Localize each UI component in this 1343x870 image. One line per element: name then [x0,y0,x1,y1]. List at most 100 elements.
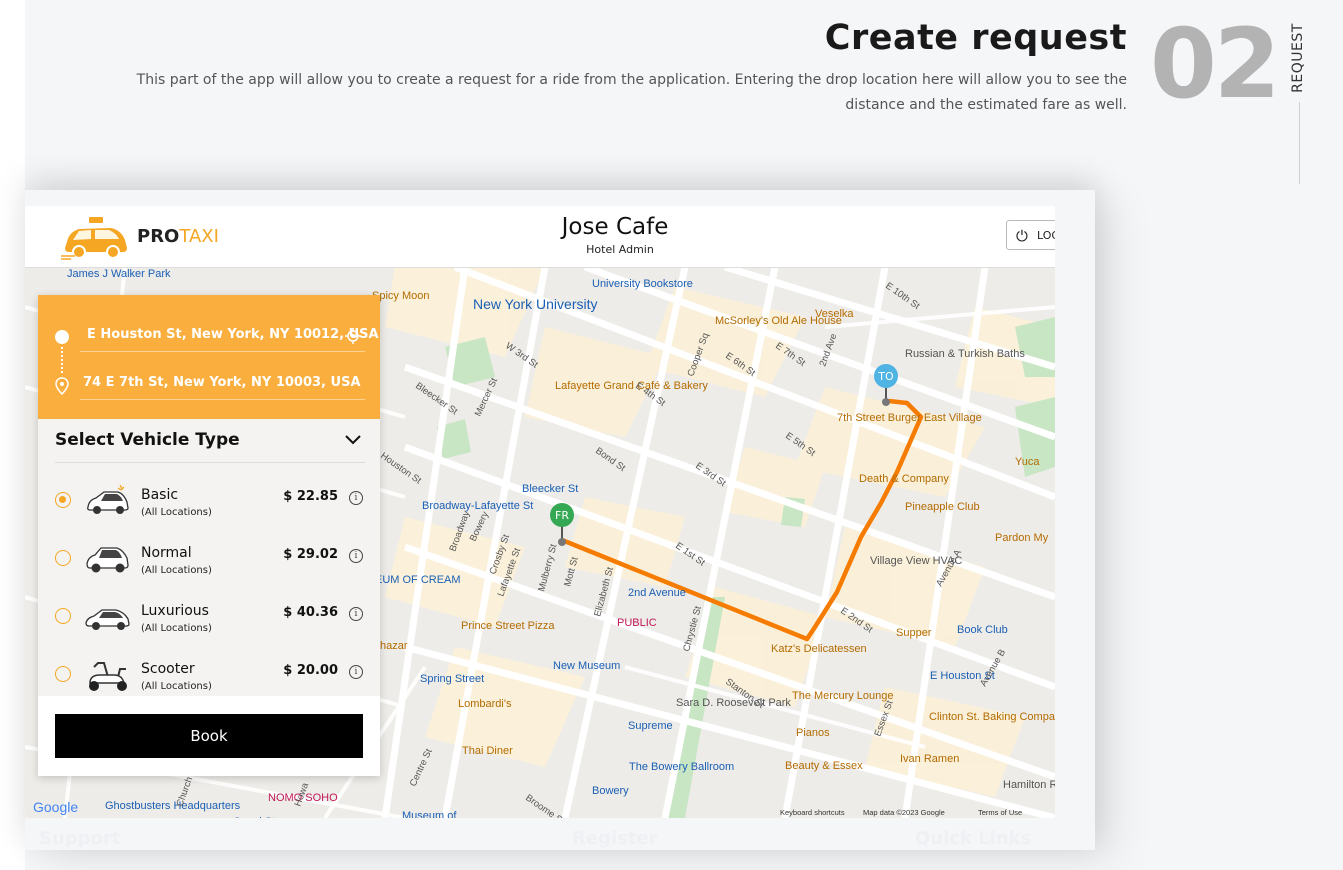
map-place-label[interactable]: Pianos [796,727,830,739]
vehicle-option-normal[interactable]: Normal (All Locations) $ 29.02 i [38,537,380,587]
vehicle-radio[interactable] [55,550,71,566]
vehicle-radio[interactable] [55,608,71,624]
vehicle-type-title: Select Vehicle Type [55,430,240,450]
map-place-label[interactable]: Lombardi's [458,698,512,710]
vehicle-divider [55,462,365,463]
vehicle-luxurious-icon [84,597,130,635]
map-place-label[interactable]: EUM OF CREAM [375,574,461,586]
map-place-label[interactable]: Ghostbusters Headquarters [105,800,241,812]
map-place-label[interactable]: Katz's Delicatessen [771,643,867,655]
map-place-label[interactable]: Prince Street Pizza [461,620,555,632]
vehicle-coverage: (All Locations) [141,623,212,634]
location-header: E Houston St, New York, NY 10012, USA 74… [38,295,380,419]
map-place-label[interactable]: Veselka [815,308,854,320]
map-place-label[interactable]: Death & Company [859,473,949,485]
map-place-label[interactable]: Beauty & Essex [785,760,863,772]
chevron-down-icon[interactable] [344,431,362,449]
vehicle-price: $ 29.02 [283,547,338,562]
map-place-label[interactable]: PUBLIC [617,617,657,629]
section-number: 02 [1150,8,1281,120]
map-place-label[interactable]: Supper [896,627,932,639]
map-attribution-link[interactable]: Map data ©2023 Google [863,808,945,817]
vehicle-name: Luxurious [141,603,209,619]
logout-label: LOGOUT [1037,229,1055,242]
map-place-label[interactable]: Sara D. Roosevelt Park [676,697,791,709]
section-description: This part of the app will allow you to c… [136,72,1127,113]
map-place-label[interactable]: Yuca [1015,456,1040,468]
power-icon: ⏻ [1016,227,1028,245]
app-logo-text: PROTAXI [137,226,219,247]
map-attribution-link[interactable]: Keyboard shortcuts [780,808,845,817]
vehicle-price: $ 20.00 [283,663,338,678]
pickup-input[interactable]: E Houston St, New York, NY 10012, USA [87,327,379,342]
map-place-label[interactable]: New Museum [553,660,620,672]
info-icon[interactable]: i [349,549,363,563]
logout-button[interactable]: ⏻ LOGOUT [1006,220,1055,250]
map-place-label[interactable]: Broadway-Lafayette St [422,500,533,512]
map-place-label[interactable]: Pineapple Club [905,501,980,513]
to-marker-label: TO [877,370,894,383]
locate-target-icon[interactable] [345,328,361,344]
info-icon[interactable]: i [349,607,363,621]
dropoff-input[interactable]: 74 E 7th St, New York, NY 10003, USA [83,375,361,390]
map-place-label[interactable]: Spring Street [420,673,484,685]
map-place-label[interactable]: The Bowery Ballroom [629,761,734,773]
vehicle-price: $ 40.36 [283,605,338,620]
map-place-label[interactable]: James J Walker Park [67,268,171,280]
app-header: PROTAXI Jose Cafe Hotel Admin ⏻ LOGOUT [25,206,1055,268]
map-place-label[interactable]: Bleecker St [522,483,578,495]
vehicle-name: Scooter [141,661,195,677]
book-area: Book [38,696,380,776]
vehicle-name: Normal [141,545,192,561]
book-button[interactable]: Book [55,714,363,758]
section-vertical-label: REQUEST [1288,20,1308,95]
map-place-label[interactable]: University Bookstore [592,278,693,290]
vehicle-coverage: (All Locations) [141,565,212,576]
section-title: Create request [824,18,1127,58]
dropoff-pin-icon [55,377,69,395]
vehicle-name: Basic [141,487,179,503]
map-place-label[interactable]: New York University [473,296,598,312]
vehicle-radio[interactable] [55,492,71,508]
logo-taxi: TAXI [179,226,219,247]
pickup-underline [80,351,365,352]
dropoff-underline [80,399,365,400]
map-place-label[interactable]: Hamilton Recreation Ce [1003,779,1055,791]
map-place-label[interactable]: Bowery [592,785,629,797]
map-place-label[interactable]: Lafayette Grand Café & Bakery [555,380,708,392]
vehicle-option-basic[interactable]: Basic (All Locations) $ 22.85 i [38,479,380,529]
taxi-logo-icon [61,217,127,260]
vehicle-option-luxurious[interactable]: Luxurious (All Locations) $ 40.36 i [38,595,380,645]
pickup-dot-icon [55,330,69,344]
from-marker-label: FR [555,509,569,522]
map-place-label[interactable]: thazar [377,640,408,652]
map-place-label[interactable]: 2nd Avenue [628,587,686,599]
info-icon[interactable]: i [349,665,363,679]
footer-register: Register [572,828,658,849]
google-logo: Google [33,799,78,815]
hotel-role: Hotel Admin [586,243,654,256]
vehicle-scooter-icon [84,655,130,693]
map-place-label[interactable]: Museum of [402,810,457,818]
map-place-label[interactable]: Spicy Moon [372,290,429,302]
map-place-label[interactable]: Pardon My [995,532,1049,544]
info-icon[interactable]: i [349,491,363,505]
map-place-label[interactable]: Ivan Ramen [900,753,959,765]
vehicle-price: $ 22.85 [283,489,338,504]
map-place-label[interactable]: Clinton St. Baking Company [929,711,1055,723]
map-place-label[interactable]: Thai Diner [462,745,513,757]
vehicle-coverage: (All Locations) [141,681,212,692]
request-panel: E Houston St, New York, NY 10012, USA 74… [38,295,380,776]
vehicle-radio[interactable] [55,666,71,682]
map-attribution-link[interactable]: Terms of Use [978,808,1022,817]
route-dash [61,347,65,373]
map-place-label[interactable]: The Mercury Lounge [792,690,894,702]
section-divider [1299,102,1300,184]
map-place-label[interactable]: Supreme [628,720,673,732]
map-place-label[interactable]: 7th Street Burger East Village [837,412,982,424]
vertical-label-text: REQUEST [1290,22,1306,93]
footer-ghost: Support Register Quick Links [25,818,1055,849]
map-place-label[interactable]: Russian & Turkish Baths [905,348,1025,360]
vehicle-coverage: (All Locations) [141,507,212,518]
map-place-label[interactable]: Book Club [957,624,1008,636]
